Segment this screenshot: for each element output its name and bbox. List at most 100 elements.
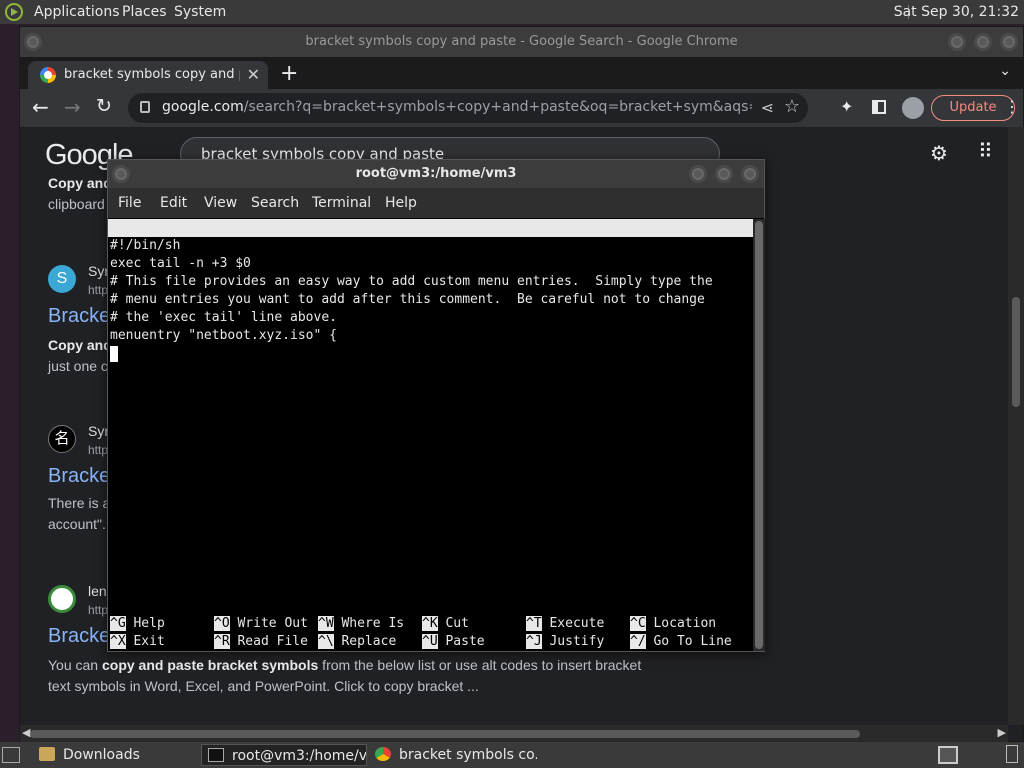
apps-grid-icon[interactable]: ⠿ <box>978 139 993 163</box>
update-button[interactable]: Update <box>931 95 1015 121</box>
scrollbar-thumb[interactable] <box>1012 297 1020 407</box>
side-panel-icon[interactable] <box>872 100 886 114</box>
terminal-window: root@vm3:/home/vm3 File Edit View Search… <box>107 159 765 652</box>
tab-google-search[interactable]: bracket symbols copy and paste - Google … <box>28 61 268 89</box>
mint-logo-icon[interactable] <box>5 3 23 21</box>
scroll-right-icon[interactable]: ▶ <box>998 726 1006 739</box>
page-vertical-scrollbar[interactable] <box>1008 127 1024 725</box>
workspace-switcher-icon[interactable] <box>938 746 958 764</box>
shortcut-execute[interactable]: ^T Execute <box>526 615 604 633</box>
text-cursor <box>110 346 118 362</box>
editor-line[interactable]: exec tail -n +3 $0 <box>110 255 251 273</box>
menu-terminal[interactable]: Terminal <box>312 195 371 211</box>
editor-line[interactable]: menuentry "netboot.xyz.iso" { <box>110 327 337 345</box>
new-tab-icon[interactable]: + <box>280 61 298 86</box>
result-cite[interactable]: http <box>88 603 108 617</box>
clock[interactable]: Sat Sep 30, 21:32 <box>894 4 1019 20</box>
system-menu[interactable]: System <box>174 4 226 20</box>
menu-view[interactable]: View <box>204 195 237 211</box>
task-downloads[interactable]: Downloads <box>33 744 197 766</box>
menu-file[interactable]: File <box>118 195 141 211</box>
trash-icon[interactable] <box>1006 745 1018 763</box>
forward-icon[interactable]: → <box>64 95 81 119</box>
terminal-icon <box>208 748 224 762</box>
nano-header: GNU nano 7.2 /etc/grub.d/40_custom Modif… <box>108 219 753 289</box>
menu-help[interactable]: Help <box>385 195 417 211</box>
shortcut-exit[interactable]: ^X Exit <box>110 633 165 651</box>
shortcut-justify[interactable]: ^J Justify <box>526 633 604 651</box>
site-favicon[interactable]: 名 <box>48 425 76 453</box>
terminal-titlebar[interactable]: root@vm3:/home/vm3 <box>108 160 764 188</box>
result-snippet-bold: Copy and <box>48 175 112 191</box>
minimize-icon[interactable] <box>948 33 966 51</box>
chrome-titlebar[interactable]: bracket symbols copy and paste - Google … <box>20 27 1023 57</box>
editor-line[interactable]: # This file provides an easy way to add … <box>110 273 713 291</box>
task-chrome[interactable]: bracket symbols co... <box>369 744 537 766</box>
address-bar[interactable]: google.com/search?q=bracket+symbols+copy… <box>128 93 808 123</box>
menu-search[interactable]: Search <box>251 195 299 211</box>
site-favicon-icon[interactable] <box>48 585 76 613</box>
url-text[interactable]: google.com/search?q=bracket+symbols+copy… <box>162 99 752 115</box>
menu-edit[interactable]: Edit <box>160 195 187 211</box>
reload-icon[interactable]: ↻ <box>96 95 112 117</box>
profile-avatar-icon[interactable] <box>902 97 924 119</box>
bookmark-star-icon[interactable]: ☆ <box>784 96 800 117</box>
result-title-link[interactable]: Bracke <box>48 465 110 488</box>
chrome-icon <box>375 747 391 761</box>
applications-menu[interactable]: Applications <box>34 4 120 20</box>
browser-toolbar: ← → ↻ google.com/search?q=bracket+symbol… <box>20 89 1023 127</box>
bottom-taskbar: Downloads root@vm3:/home/v... bracket sy… <box>0 742 1024 768</box>
site-favicon[interactable]: S <box>48 265 76 293</box>
editor-line[interactable]: # menu entries you want to add after thi… <box>110 291 705 309</box>
shortcut-where-is[interactable]: ^W Where Is <box>318 615 404 633</box>
result-snippet-bold: Copy and <box>48 337 112 353</box>
shortcut-cut[interactable]: ^K Cut <box>422 615 469 633</box>
google-favicon-icon <box>40 67 56 83</box>
back-icon[interactable]: ← <box>32 95 49 119</box>
result-title-link[interactable]: Bracke <box>48 625 110 648</box>
shortcut-replace[interactable]: ^\ Replace <box>318 633 396 651</box>
result-snippet: You can copy and paste bracket symbols f… <box>48 657 642 673</box>
share-icon[interactable]: ⋖ <box>761 98 774 117</box>
tab-close-icon[interactable]: ✕ <box>247 65 260 84</box>
close-icon[interactable] <box>741 165 759 183</box>
tab-title: bracket symbols copy and paste - Google … <box>64 67 240 82</box>
chrome-window-title: bracket symbols copy and paste - Google … <box>305 34 738 49</box>
result-snippet: text symbols in Word, Excel, and PowerPo… <box>48 678 479 694</box>
maximize-icon[interactable] <box>715 165 733 183</box>
tab-search-chevron-icon[interactable]: ⌄ <box>999 63 1011 79</box>
terminal-scrollbar[interactable] <box>753 219 765 651</box>
editor-line[interactable]: # the 'exec tail' line above. <box>110 309 337 327</box>
folder-icon <box>39 747 55 761</box>
nano-editor[interactable]: GNU nano 7.2 /etc/grub.d/40_custom Modif… <box>108 219 753 651</box>
lock-icon[interactable] <box>140 101 150 113</box>
shortcut-write-out[interactable]: ^O Write Out <box>214 615 308 633</box>
window-menu-icon[interactable] <box>24 33 42 51</box>
editor-line[interactable]: #!/bin/sh <box>110 237 180 255</box>
show-desktop-icon[interactable] <box>2 747 20 763</box>
settings-gear-icon[interactable]: ⚙ <box>930 141 948 165</box>
result-cite[interactable]: http <box>88 283 108 297</box>
page-horizontal-scrollbar[interactable]: ◀ ▶ <box>20 725 1008 743</box>
terminal-title: root@vm3:/home/vm3 <box>355 166 517 181</box>
shortcut-go-to-line[interactable]: ^/ Go To Line <box>630 633 732 651</box>
top-panel: Applications Places System Sat Sep 30, 2… <box>0 0 1024 24</box>
scrollbar-thumb[interactable] <box>30 730 860 738</box>
shortcut-read-file[interactable]: ^R Read File <box>214 633 308 651</box>
close-icon[interactable] <box>1000 33 1018 51</box>
window-menu-icon[interactable] <box>112 165 130 183</box>
extensions-puzzle-icon[interactable]: ✦ <box>840 97 853 116</box>
places-menu[interactable]: Places <box>122 4 167 20</box>
result-cite[interactable]: http <box>88 443 108 457</box>
result-title-link[interactable]: Bracke <box>48 305 110 328</box>
result-site-name[interactable]: len <box>88 583 107 599</box>
minimize-icon[interactable] <box>689 165 707 183</box>
shortcut-paste[interactable]: ^U Paste <box>422 633 485 651</box>
shortcut-help[interactable]: ^G Help <box>110 615 165 633</box>
shortcut-location[interactable]: ^C Location <box>630 615 716 633</box>
maximize-icon[interactable] <box>974 33 992 51</box>
task-terminal[interactable]: root@vm3:/home/v... <box>201 744 367 766</box>
more-menu-icon[interactable]: ⋮ <box>1004 97 1020 116</box>
scrollbar-thumb[interactable] <box>755 221 763 649</box>
result-snippet: clipboard <box>48 196 105 212</box>
